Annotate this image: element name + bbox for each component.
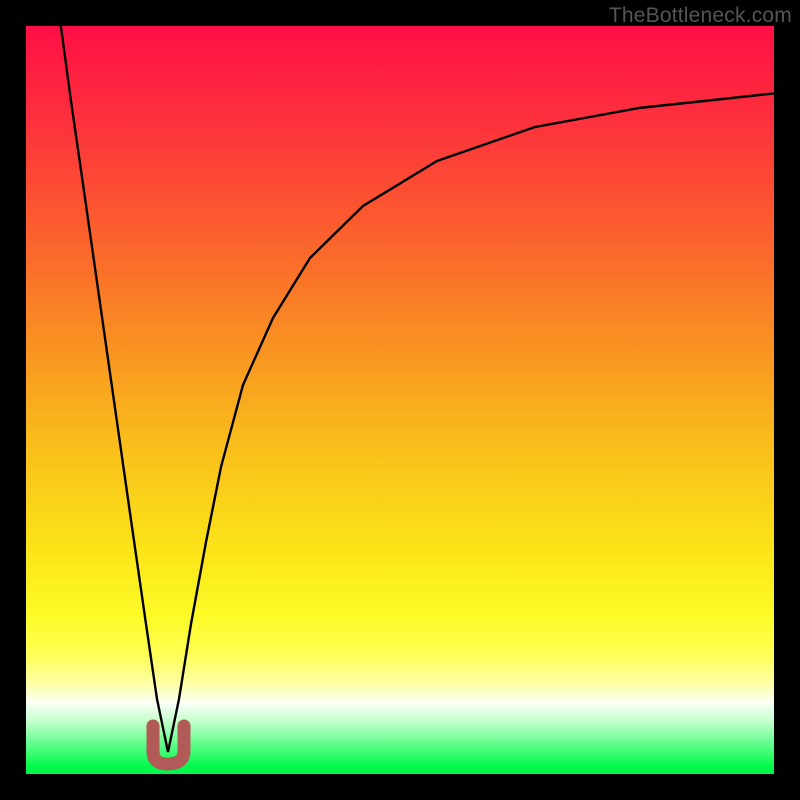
gradient-background <box>26 26 774 774</box>
watermark-text: TheBottleneck.com <box>609 4 792 28</box>
plot-area <box>26 26 774 774</box>
chart-frame: TheBottleneck.com <box>0 0 800 800</box>
chart-svg <box>26 26 774 774</box>
